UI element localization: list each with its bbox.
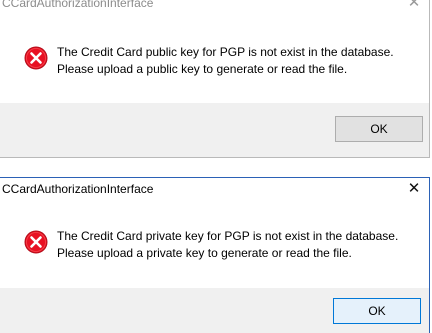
error-icon: [24, 230, 48, 254]
window-title: CCardAuthorizationInterface: [2, 182, 154, 196]
error-icon: [24, 46, 48, 70]
title-bar: CCardAuthorizationInterface ✕: [0, 0, 429, 16]
gap-between-dialogs: [0, 158, 432, 177]
error-dialog-private-key: CCardAuthorizationInterface ✕ The Credit…: [0, 177, 430, 333]
message-line-2: Please upload a private key to generate …: [57, 246, 352, 260]
message-line-1: The Credit Card private key for PGP is n…: [57, 229, 399, 243]
error-message: The Credit Card private key for PGP is n…: [57, 228, 398, 262]
close-icon[interactable]: ✕: [407, 0, 421, 11]
error-message: The Credit Card public key for PGP is no…: [57, 44, 394, 78]
title-bar: CCardAuthorizationInterface ✕: [0, 178, 429, 202]
screenshot-canvas: CCardAuthorizationInterface ✕ The Credit…: [0, 0, 432, 333]
dialog-content: The Credit Card private key for PGP is n…: [0, 223, 429, 288]
message-line-1: The Credit Card public key for PGP is no…: [57, 45, 394, 59]
error-dialog-public-key: CCardAuthorizationInterface ✕ The Credit…: [0, 0, 430, 158]
ok-button[interactable]: OK: [333, 298, 421, 324]
ok-button[interactable]: OK: [335, 116, 423, 142]
close-icon[interactable]: ✕: [407, 181, 421, 197]
message-line-2: Please upload a public key to generate o…: [57, 62, 348, 76]
dialog-content: The Credit Card public key for PGP is no…: [0, 34, 429, 104]
window-title: CCardAuthorizationInterface: [2, 0, 154, 10]
